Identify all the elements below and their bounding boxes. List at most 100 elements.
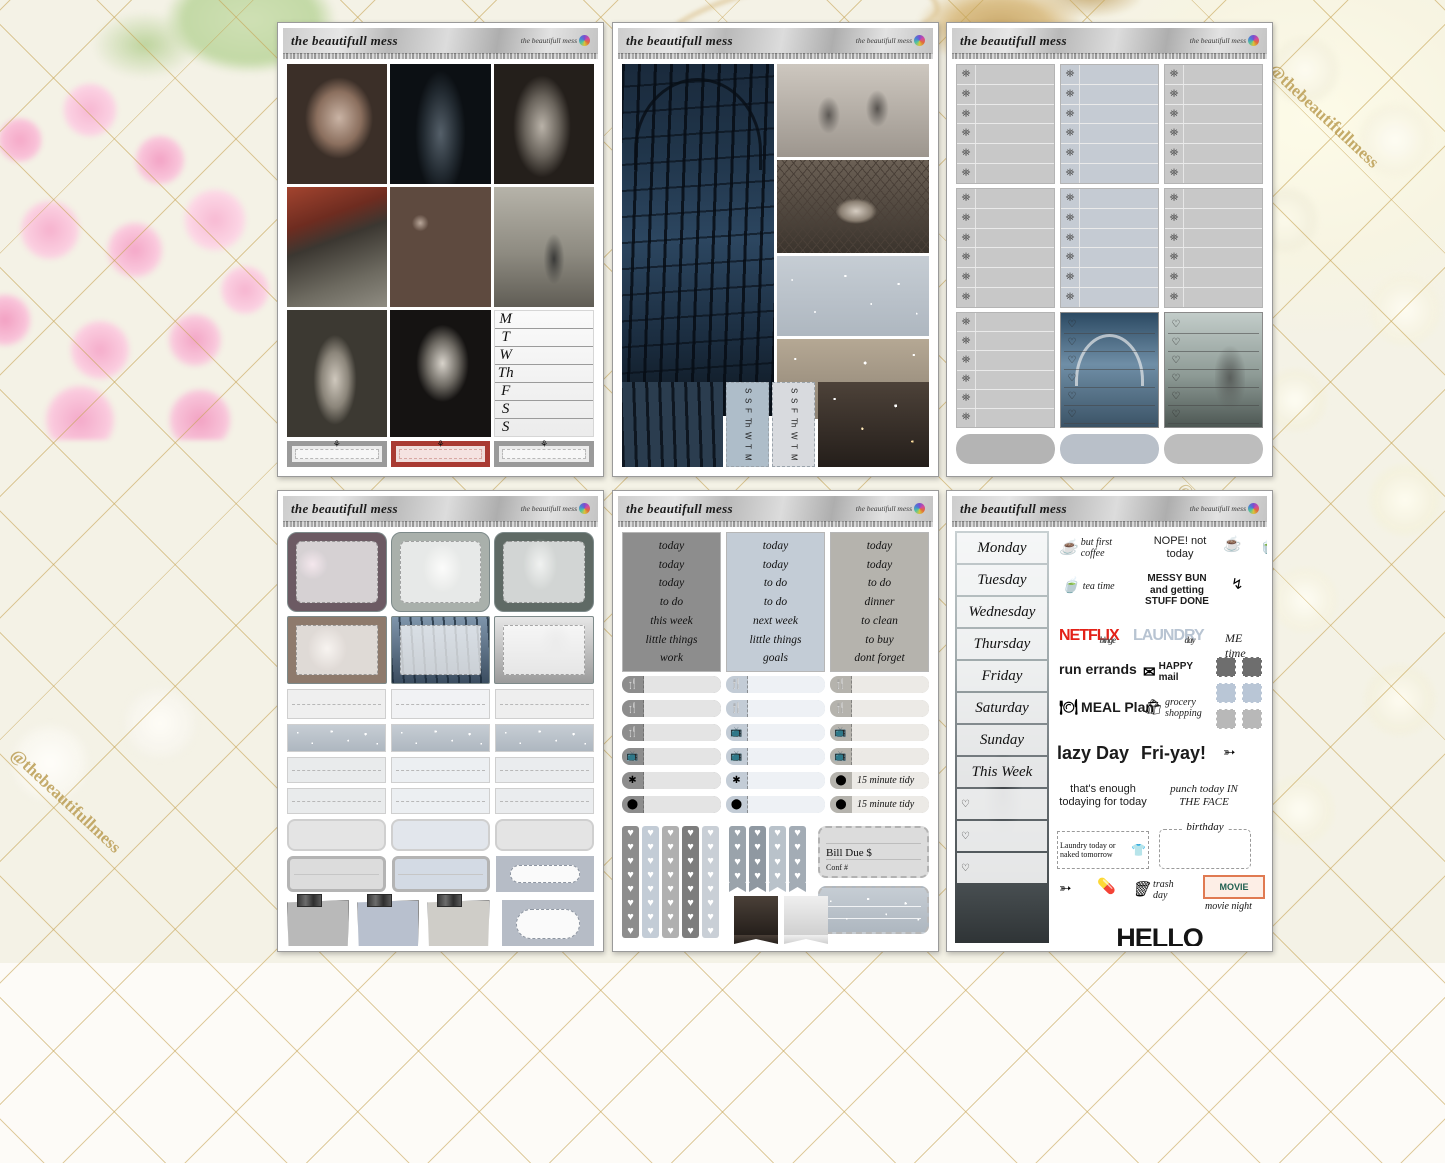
checklist-row[interactable]: ⛯ [1165, 288, 1262, 307]
heart-checklist-strip[interactable]: ♥ ♥ ♥ ♥ ♥ ♥ ♥ ♥ [662, 826, 679, 938]
checklist-row[interactable]: ⛯ [1061, 65, 1158, 85]
birthday-label-box[interactable]: birthday [1159, 821, 1251, 869]
checklist-row[interactable]: ⛯ [957, 389, 1054, 409]
square-swatch[interactable] [1242, 657, 1262, 677]
heart-banner-flag[interactable]: ♥ ♥ ♥ ♥ [789, 826, 806, 884]
checklist-row[interactable]: ⛯ [957, 332, 1054, 352]
bow-label-box[interactable]: ⚘ [494, 439, 595, 467]
icon-label-sticker[interactable]: 🍴 [622, 700, 721, 717]
write-area[interactable] [852, 676, 929, 693]
phrase-sticker[interactable]: ☕ [1223, 537, 1242, 552]
write-area[interactable] [1079, 288, 1158, 307]
heart-checklist-strip[interactable]: ♥ ♥ ♥ ♥ ♥ ♥ ♥ ♥ [642, 826, 659, 938]
framed-note-box[interactable] [391, 856, 490, 892]
sticker-sheet-2[interactable]: the beautifull mess the beautifull mess … [612, 22, 939, 477]
banner-flag-sticker[interactable] [784, 896, 828, 936]
phrase-sticker[interactable]: punch today IN THE FACE [1159, 783, 1249, 809]
write-area[interactable] [852, 748, 929, 765]
write-area[interactable] [644, 772, 721, 789]
heart-checklist-row[interactable]: ♡ [1168, 316, 1259, 334]
icon-label-sticker[interactable]: ⬤ [622, 796, 721, 813]
note-label-box[interactable] [391, 689, 490, 719]
taped-note-paper[interactable] [427, 894, 490, 946]
heart-checklist-row[interactable]: ♡ [1168, 370, 1259, 388]
day-label-sticker[interactable]: Friday [957, 661, 1047, 691]
write-area[interactable] [975, 164, 1054, 183]
checklist-row[interactable]: ⛯ [1165, 248, 1262, 269]
heart-checklist-row[interactable]: ♡ [1168, 352, 1259, 370]
heart-checklist-photo-box[interactable]: ♡ ♡ ♡ ♡ ♡ ♡ [1060, 312, 1159, 428]
heart-banner-flag[interactable]: ♥ ♥ ♥ ♥ [749, 826, 766, 884]
write-area[interactable] [644, 700, 721, 717]
sticker-sheet-6[interactable]: the beautifull mess the beautifull mess … [946, 490, 1273, 952]
phrase-sticker[interactable]: 🗑 trash day [1131, 879, 1177, 901]
heart-checklist-photo-box[interactable]: ♡ ♡ ♡ ♡ ♡ ♡ [1164, 312, 1263, 428]
checklist-row[interactable]: ⛯ [957, 65, 1054, 85]
weekly-list-sticker[interactable]: M T W Th F S S [493, 310, 594, 437]
cloud-box-inner[interactable] [510, 865, 580, 883]
day-label-sticker[interactable]: Monday [957, 533, 1047, 563]
checklist-row[interactable]: ⛯ [957, 208, 1054, 229]
write-area[interactable] [644, 796, 721, 813]
day-label-sticker[interactable]: Tuesday [957, 565, 1047, 595]
write-area[interactable] [975, 65, 1054, 84]
write-area[interactable] [1183, 164, 1262, 183]
note-write-area[interactable] [296, 541, 378, 603]
heart-banner-flag[interactable]: ♥ ♥ ♥ ♥ [729, 826, 746, 884]
taped-note-paper[interactable] [357, 894, 420, 946]
note-write-area[interactable] [399, 625, 482, 675]
square-swatch[interactable] [1216, 683, 1236, 703]
note-label-box[interactable] [391, 819, 490, 851]
phrase-sticker[interactable]: ➳ [1223, 745, 1236, 760]
laundry-phrase-box[interactable]: Laundry today or naked tomorrow 👕 [1057, 831, 1149, 869]
checklist-row[interactable]: ⛯ [1061, 268, 1158, 289]
checklist-row[interactable]: ⛯ [1061, 104, 1158, 125]
write-area[interactable] [644, 676, 721, 693]
write-area[interactable] [1183, 268, 1262, 288]
phrase-sticker[interactable]: 💊 [1097, 879, 1116, 894]
write-area[interactable] [975, 408, 1054, 428]
weekly-row[interactable]: Th [494, 365, 593, 383]
checklist-row[interactable]: ⛯ [1165, 268, 1262, 289]
checklist-row[interactable]: ⛯ [957, 228, 1054, 249]
write-area[interactable] [1183, 104, 1262, 124]
checklist-row[interactable]: ⛯ [1061, 208, 1158, 229]
checklist-row[interactable]: ⛯ [957, 370, 1054, 390]
icon-label-sticker[interactable]: 🍴 [726, 676, 825, 693]
square-swatch[interactable] [1216, 657, 1236, 677]
write-area[interactable] [975, 84, 1054, 104]
checklist-row[interactable]: ⛯ [1165, 104, 1262, 125]
checklist-row[interactable]: ⛯ [1165, 65, 1262, 85]
write-area[interactable] [1079, 248, 1158, 268]
write-area[interactable] [975, 124, 1054, 144]
weekly-row[interactable]: S [495, 419, 593, 436]
icon-label-sticker[interactable]: 📺 [830, 724, 929, 741]
write-area[interactable] [975, 144, 1054, 164]
checklist-row[interactable]: ⛯ [957, 313, 1054, 333]
phrase-sticker[interactable]: NOPE! not today [1147, 535, 1213, 560]
heart-checklist-row[interactable]: ♡ [1064, 352, 1155, 370]
note-label-box[interactable] [287, 788, 386, 814]
icon-label-sticker[interactable]: 🍴 [622, 724, 721, 741]
heart-checklist-row[interactable]: ♡ [1064, 406, 1155, 424]
phrase-sticker[interactable]: ✉ HAPPY mail [1143, 661, 1199, 683]
write-area[interactable] [748, 724, 825, 741]
write-area[interactable] [1079, 189, 1158, 208]
checklist-row[interactable]: ⛯ [1165, 164, 1262, 183]
checklist-row[interactable]: ⛯ [957, 268, 1054, 289]
blank-heart-label[interactable]: ♡ [957, 821, 1047, 851]
note-label-box[interactable] [391, 757, 490, 783]
day-label-sticker[interactable]: Saturday [957, 693, 1047, 723]
heart-checklist-strip[interactable]: ♥ ♥ ♥ ♥ ♥ ♥ ♥ ♥ [682, 826, 699, 938]
note-label-box[interactable] [391, 724, 490, 752]
write-area[interactable] [1183, 248, 1262, 268]
phrase-sticker[interactable]: Fri-yay! [1141, 743, 1206, 764]
icon-label-sticker[interactable]: 📺 [726, 724, 825, 741]
checklist-row[interactable]: ⛯ [1165, 189, 1262, 209]
day-label-sticker[interactable]: Sunday [957, 725, 1047, 755]
heart-checklist-row[interactable]: ♡ [1064, 316, 1155, 334]
checklist-row[interactable]: ⛯ [1061, 228, 1158, 249]
weekly-row[interactable]: F [494, 383, 593, 401]
tombstone-checklist-box[interactable]: ⛯ ⛯ ⛯ ⛯ ⛯ ⛯ [1060, 64, 1159, 184]
heart-checklist-row[interactable]: ♡ [1064, 388, 1155, 406]
